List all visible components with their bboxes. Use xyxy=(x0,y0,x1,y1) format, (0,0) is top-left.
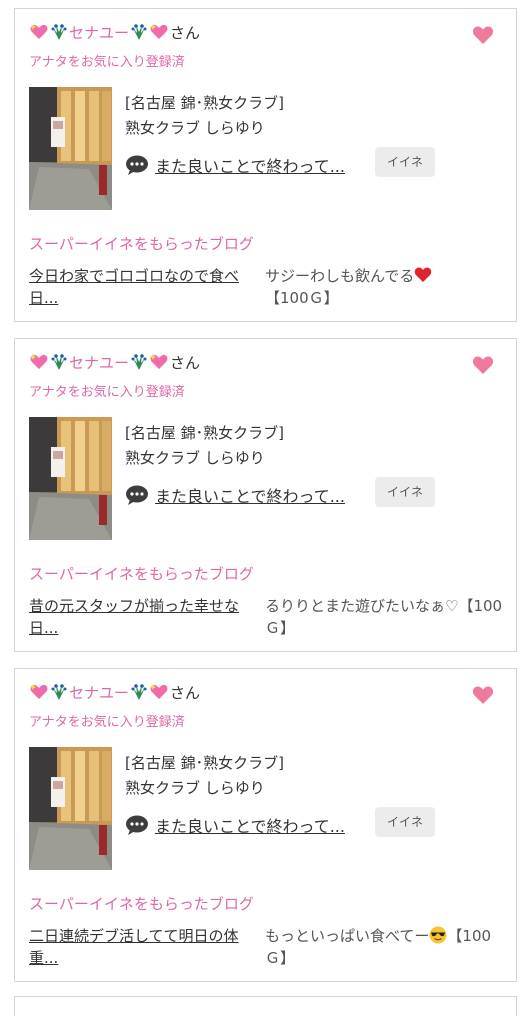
club-name: 熟女クラブ しらゆり xyxy=(125,779,265,797)
iine-button[interactable]: イイネ xyxy=(375,147,436,177)
profile-photo[interactable] xyxy=(29,417,112,540)
comment-link[interactable]: また良いことで終わって... xyxy=(155,153,345,177)
peacock-icon xyxy=(129,352,149,372)
user-name: セナユー xyxy=(69,23,130,42)
super-iine-blog-label: スーパーイイネをもらったブログ xyxy=(29,565,254,583)
profile-photo[interactable] xyxy=(29,747,112,870)
peacock-icon xyxy=(129,22,149,42)
club-info: [名古屋 錦･熟女クラブ] 熟女クラブ しらゆり xyxy=(125,421,284,471)
speech-bubble-icon xyxy=(125,814,149,836)
peacock-icon xyxy=(49,682,69,702)
sunglasses-face-icon xyxy=(429,926,447,944)
registered-status: アナタをお気に入り登録済 xyxy=(29,55,185,70)
blog-comment-text: るりりとまた遊びたいなぁ♡ xyxy=(265,597,459,615)
club-info: [名古屋 錦･熟女クラブ] 熟女クラブ しらゆり xyxy=(125,91,284,141)
speech-bubble-icon xyxy=(125,154,149,176)
blog-comment: サジーわしも飲んでる 【100Ｇ】 xyxy=(265,265,505,309)
club-info: [名古屋 錦･熟女クラブ] 熟女クラブ しらゆり xyxy=(125,751,284,801)
favorite-heart-icon[interactable] xyxy=(472,355,494,375)
blog-comment-text: もっといっぱい食べてー xyxy=(265,927,430,945)
club-name: 熟女クラブ しらゆり xyxy=(125,449,265,467)
blog-comment-points: 【100Ｇ】 xyxy=(265,289,339,307)
super-iine-blog-label: スーパーイイネをもらったブログ xyxy=(29,895,254,913)
blog-title-link[interactable]: 昔の元スタッフが揃った幸せな日... xyxy=(29,595,259,639)
speech-bubble-icon xyxy=(125,484,149,506)
blog-title-link[interactable]: 二日連続デブ活してて明日の体重... xyxy=(29,925,259,969)
blog-title-link[interactable]: 今日わ家でゴロゴロなので食べ日... xyxy=(29,265,259,309)
user-name-row[interactable]: セナユー さん xyxy=(29,351,200,373)
user-name: セナユー xyxy=(69,353,130,372)
honorific: さん xyxy=(170,23,201,42)
favorite-user-card: セナユー さん アナタをお気に入り登録済 [名古屋 錦･熟女クラブ] 熟女クラブ… xyxy=(14,668,517,982)
sparkling-heart-icon xyxy=(29,352,49,372)
honorific: さん xyxy=(170,353,201,372)
blog-comment: もっといっぱい食べてー 【100Ｇ】 xyxy=(265,925,505,969)
registered-status: アナタをお気に入り登録済 xyxy=(29,385,185,400)
user-name-row[interactable]: セナユー さん xyxy=(29,21,200,43)
peacock-icon xyxy=(49,352,69,372)
sparkling-heart-icon xyxy=(29,22,49,42)
sparkling-heart-icon xyxy=(149,682,169,702)
sparkling-heart-icon xyxy=(149,352,169,372)
peacock-icon xyxy=(129,682,149,702)
blog-comment-text: サジーわしも飲んでる xyxy=(265,267,415,285)
honorific: さん xyxy=(170,683,201,702)
club-area-label: [名古屋 錦･熟女クラブ] xyxy=(125,94,284,112)
club-area-label: [名古屋 錦･熟女クラブ] xyxy=(125,424,284,442)
favorite-user-card: セナユー さん アナタをお気に入り登録済 [名古屋 錦･熟女クラブ] 熟女クラブ… xyxy=(14,8,517,322)
red-heart-icon xyxy=(414,266,432,284)
comment-row: また良いことで終わって... xyxy=(125,483,345,507)
club-name: 熟女クラブ しらゆり xyxy=(125,119,265,137)
favorite-heart-icon[interactable] xyxy=(472,685,494,705)
registered-status: アナタをお気に入り登録済 xyxy=(29,715,185,730)
club-area-label: [名古屋 錦･熟女クラブ] xyxy=(125,754,284,772)
user-name-row[interactable]: セナユー さん xyxy=(29,681,200,703)
peacock-icon xyxy=(49,22,69,42)
iine-button[interactable]: イイネ xyxy=(375,807,436,837)
comment-row: また良いことで終わって... xyxy=(125,153,345,177)
comment-row: また良いことで終わって... xyxy=(125,813,345,837)
next-card-edge xyxy=(14,996,517,1016)
comment-link[interactable]: また良いことで終わって... xyxy=(155,813,345,837)
favorite-heart-icon[interactable] xyxy=(472,25,494,45)
iine-button[interactable]: イイネ xyxy=(375,477,436,507)
profile-photo[interactable] xyxy=(29,87,112,210)
favorite-user-card: セナユー さん アナタをお気に入り登録済 [名古屋 錦･熟女クラブ] 熟女クラブ… xyxy=(14,338,517,652)
sparkling-heart-icon xyxy=(149,22,169,42)
blog-comment: るりりとまた遊びたいなぁ♡【100Ｇ】 xyxy=(265,595,505,639)
super-iine-blog-label: スーパーイイネをもらったブログ xyxy=(29,235,254,253)
user-name: セナユー xyxy=(69,683,130,702)
comment-link[interactable]: また良いことで終わって... xyxy=(155,483,345,507)
sparkling-heart-icon xyxy=(29,682,49,702)
